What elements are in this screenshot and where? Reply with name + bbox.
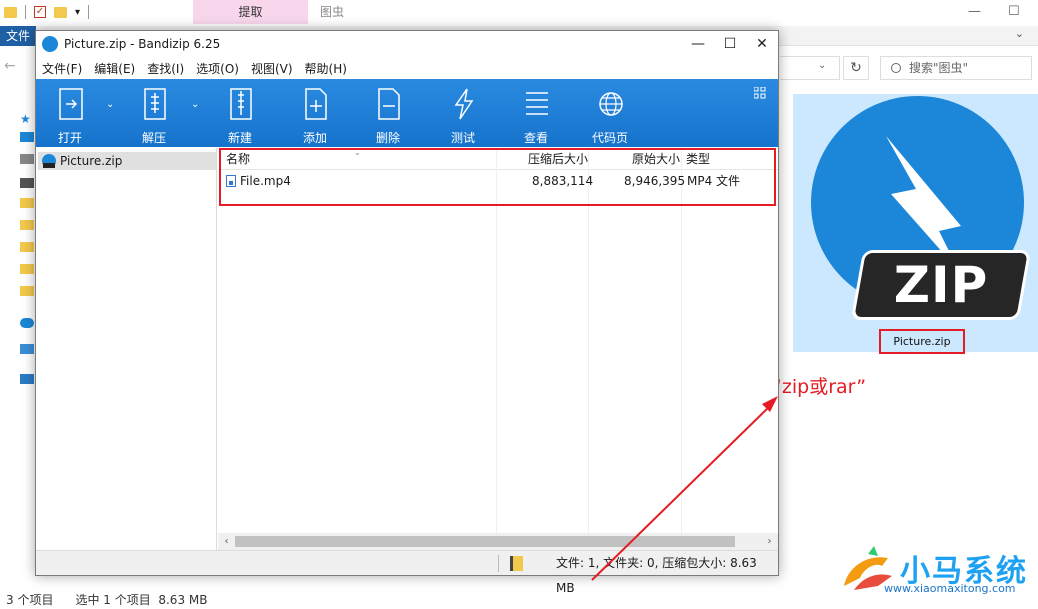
archive-status-icon (510, 556, 523, 571)
quick-access-toolbar: ✓ ▾ (0, 0, 90, 24)
codepage-label: 代码页 (591, 131, 628, 145)
search-icon (891, 63, 901, 73)
maximize-button[interactable]: ☐ (714, 31, 746, 57)
grid-menu-icon[interactable] (754, 87, 766, 99)
list-view-icon (526, 92, 548, 115)
folder-icon[interactable] (20, 198, 34, 208)
delete-file-icon (378, 88, 400, 120)
zip-archive-icon (42, 154, 56, 168)
menu-view[interactable]: 视图(V) (251, 60, 293, 77)
address-bar[interactable] (780, 56, 840, 80)
explorer-window-title: 图虫 (320, 5, 345, 19)
highlight-box (219, 148, 776, 206)
selected-count: 选中 1 个项目 8.63 MB (75, 593, 208, 607)
add-file-icon (305, 88, 327, 120)
close-button[interactable]: ✕ (746, 31, 778, 57)
window-statusbar: 文件: 1, 文件夹: 0, 压缩包大小: 8.63 MB (36, 550, 778, 595)
new-button[interactable]: 新建 (214, 79, 266, 147)
maximize-icon[interactable]: ☐ (1008, 0, 1020, 24)
refresh-button[interactable]: ↻ (843, 56, 869, 80)
status-text: 文件: 1, 文件夹: 0, 压缩包大小: 8.63 MB (556, 556, 757, 595)
window-title: Picture.zip - Bandizip 6.25 (64, 37, 221, 51)
extract-dropdown-icon[interactable]: ⌄ (191, 99, 199, 110)
menu-options[interactable]: 选项(O) (196, 60, 239, 77)
menu-find[interactable]: 查找(I) (147, 60, 184, 77)
extract-button[interactable]: 解压 (128, 79, 180, 147)
folder-icon[interactable] (20, 220, 34, 230)
minimize-icon[interactable]: — (968, 0, 981, 24)
open-label: 打开 (57, 131, 82, 145)
menu-bar: 文件(F) 编辑(E) 查找(I) 选项(O) 视图(V) 帮助(H) (36, 57, 778, 79)
tree-item-label: Picture.zip (60, 154, 123, 168)
separator (498, 555, 499, 572)
search-placeholder: 搜索"图虫" (909, 61, 969, 75)
chevron-down-icon[interactable]: ⌄ (818, 60, 826, 71)
open-button[interactable]: 打开 (44, 79, 96, 147)
back-arrow-icon[interactable]: ← (4, 58, 16, 74)
folder-icon[interactable] (4, 6, 17, 18)
network-icon[interactable] (20, 374, 34, 384)
test-button[interactable]: 测试 (437, 79, 489, 147)
scrollbar-thumb[interactable] (235, 536, 735, 547)
menu-file[interactable]: 文件(F) (42, 60, 82, 77)
view-label: 查看 (523, 131, 548, 145)
lightning-test-icon (454, 88, 474, 120)
scroll-left-icon[interactable]: ‹ (218, 533, 235, 550)
extract-label: 解压 (141, 131, 166, 145)
menu-help[interactable]: 帮助(H) (305, 60, 347, 77)
archive-tree-pane: Picture.zip (36, 148, 217, 550)
pictures-icon[interactable] (20, 178, 34, 188)
minimize-button[interactable]: — (682, 31, 714, 57)
delete-label: 删除 (375, 131, 400, 145)
customize-dropdown-icon[interactable]: ▾ (75, 7, 80, 18)
onedrive-icon[interactable] (20, 318, 34, 328)
tab-file[interactable]: 文件 (0, 26, 36, 46)
window-titlebar[interactable]: Picture.zip - Bandizip 6.25 — ☐ ✕ (36, 31, 778, 57)
thumbnail-filename[interactable]: Picture.zip (879, 329, 965, 354)
add-label: 添加 (302, 131, 327, 145)
properties-icon[interactable]: ✓ (34, 6, 46, 18)
new-folder-icon[interactable] (54, 6, 67, 18)
tree-item-archive[interactable]: Picture.zip (38, 152, 216, 170)
horizontal-scrollbar[interactable]: ‹ › (218, 533, 778, 550)
this-pc-icon[interactable] (20, 344, 34, 354)
star-icon[interactable]: ★ (20, 112, 34, 126)
toolbar: 打开 ⌄ 解压 ⌄ 新建 添加 删除 测试 查看 代码页 (36, 79, 778, 147)
codepage-button[interactable]: 代码页 (584, 79, 636, 147)
zip-badge-text: ZIP (893, 256, 989, 314)
open-dropdown-icon[interactable]: ⌄ (106, 99, 114, 110)
scroll-right-icon[interactable]: › (761, 533, 778, 550)
watermark-url: www.xiaomaxitong.com (884, 582, 1016, 595)
add-button[interactable]: 添加 (289, 79, 341, 147)
chevron-down-icon[interactable]: ⌄ (1015, 27, 1024, 40)
navigation-pane: ★ (0, 100, 34, 580)
separator (88, 5, 90, 19)
item-count: 3 个项目 (6, 593, 54, 607)
open-icon (59, 88, 83, 120)
folder-icon[interactable] (20, 286, 34, 296)
bandizip-window: Picture.zip - Bandizip 6.25 — ☐ ✕ 文件(F) … (35, 30, 779, 595)
bandizip-app-icon (42, 36, 58, 52)
desktop-icon[interactable] (20, 132, 34, 142)
menu-edit[interactable]: 编辑(E) (94, 60, 135, 77)
test-label: 测试 (450, 131, 475, 145)
globe-icon (599, 92, 623, 116)
view-button[interactable]: 查看 (510, 79, 562, 147)
search-input[interactable]: 搜索"图虫" (880, 56, 1032, 80)
delete-button[interactable]: 删除 (362, 79, 414, 147)
explorer-statusbar: 3 个项目 选中 1 个项目 8.63 MB (6, 591, 207, 608)
new-archive-icon (230, 88, 252, 120)
folder-icon[interactable] (20, 242, 34, 252)
separator (25, 5, 26, 19)
new-label: 新建 (227, 131, 252, 145)
folder-icon[interactable] (20, 264, 34, 274)
explorer-titlebar (0, 0, 1038, 26)
extract-icon (144, 88, 166, 120)
tab-extract[interactable]: 提取 (193, 0, 308, 24)
documents-icon[interactable] (20, 154, 34, 164)
